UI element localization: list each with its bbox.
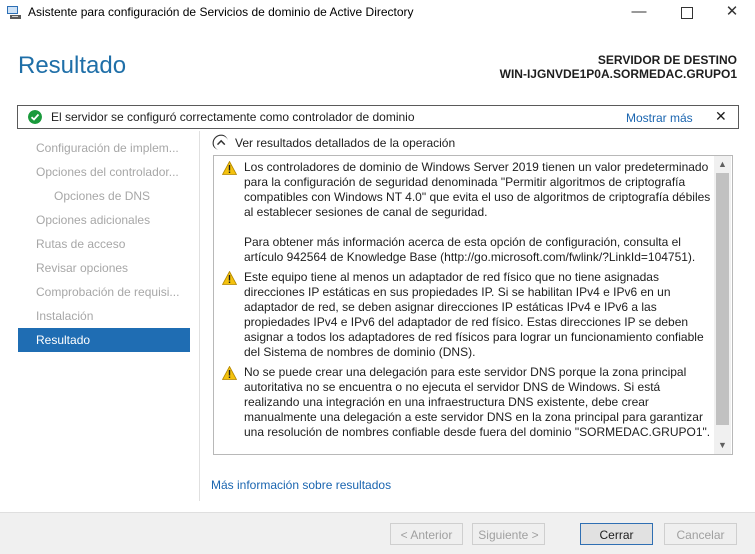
nav-item-dc-options: Opciones del controlador... bbox=[36, 165, 179, 179]
success-notification: El servidor se configuró correctamente c… bbox=[17, 105, 739, 129]
warning-text: Este equipo tiene al menos un adaptador … bbox=[244, 270, 704, 359]
target-server-label: SERVIDOR DE DESTINO bbox=[597, 53, 737, 67]
warning-icon bbox=[222, 366, 237, 380]
results-content: Los controladores de dominio de Windows … bbox=[214, 156, 714, 439]
button-bar: < Anterior Siguiente > Cerrar Cancelar bbox=[0, 512, 755, 554]
target-server-name: WIN-IJGNVDE1P0A.SORMEDAC.GRUPO1 bbox=[499, 67, 737, 81]
warning-icon bbox=[222, 271, 237, 285]
warning-message: Los controladores de dominio de Windows … bbox=[214, 160, 714, 265]
nav-item-review-options: Revisar opciones bbox=[36, 261, 129, 275]
results-panel: Los controladores de dominio de Windows … bbox=[213, 155, 733, 455]
collapse-chevron-up-icon[interactable] bbox=[212, 134, 228, 150]
close-window-button[interactable]: ✕ bbox=[710, 0, 754, 26]
warning-text: Los controladores de dominio de Windows … bbox=[244, 160, 711, 219]
nav-item-installation: Instalación bbox=[36, 309, 94, 323]
next-button[interactable]: Siguiente > bbox=[472, 523, 545, 545]
scroll-thumb[interactable] bbox=[716, 173, 729, 425]
previous-button[interactable]: < Anterior bbox=[390, 523, 463, 545]
nav-item-results[interactable]: Resultado bbox=[18, 328, 190, 352]
maximize-button[interactable] bbox=[665, 0, 709, 26]
window-title: Asistente para configuración de Servicio… bbox=[28, 5, 414, 19]
warning-text: No se puede crear una delegación para es… bbox=[244, 365, 711, 439]
warning-message: Este equipo tiene al menos un adaptador … bbox=[214, 270, 714, 360]
warning-message: No se puede crear una delegación para es… bbox=[214, 365, 714, 440]
scroll-up-arrow-icon[interactable]: ▲ bbox=[714, 156, 731, 173]
notification-close-icon[interactable]: ✕ bbox=[715, 108, 727, 125]
notification-text: El servidor se configuró correctamente c… bbox=[51, 110, 415, 124]
nav-item-prerequisites-check: Comprobación de requisi... bbox=[36, 285, 180, 299]
nav-item-dns-options: Opciones de DNS bbox=[54, 189, 151, 203]
show-more-link[interactable]: Mostrar más bbox=[626, 111, 693, 125]
scroll-down-arrow-icon[interactable]: ▼ bbox=[714, 437, 731, 454]
nav-item-additional-options: Opciones adicionales bbox=[36, 213, 151, 227]
expander-label[interactable]: Ver resultados detallados de la operació… bbox=[235, 136, 455, 150]
cancel-button[interactable]: Cancelar bbox=[664, 523, 737, 545]
wizard-steps-nav: Configuración de implem... Opciones del … bbox=[18, 136, 190, 352]
page-title: Resultado bbox=[18, 52, 127, 79]
divider bbox=[199, 131, 200, 501]
close-button[interactable]: Cerrar bbox=[580, 523, 653, 545]
server-manager-icon bbox=[7, 6, 21, 19]
results-scrollbar[interactable]: ▲ ▼ bbox=[714, 156, 731, 454]
maximize-icon bbox=[681, 7, 693, 19]
warning-text-more: Para obtener más información acerca de e… bbox=[244, 235, 696, 264]
nav-item-deployment-config: Configuración de implem... bbox=[36, 141, 179, 155]
title-bar: Asistente para configuración de Servicio… bbox=[0, 0, 755, 26]
nav-item-paths: Rutas de acceso bbox=[36, 237, 126, 251]
more-info-link[interactable]: Más información sobre resultados bbox=[211, 478, 391, 492]
success-check-icon bbox=[28, 110, 42, 124]
minimize-button[interactable]: — bbox=[617, 0, 661, 26]
warning-icon bbox=[222, 161, 237, 175]
